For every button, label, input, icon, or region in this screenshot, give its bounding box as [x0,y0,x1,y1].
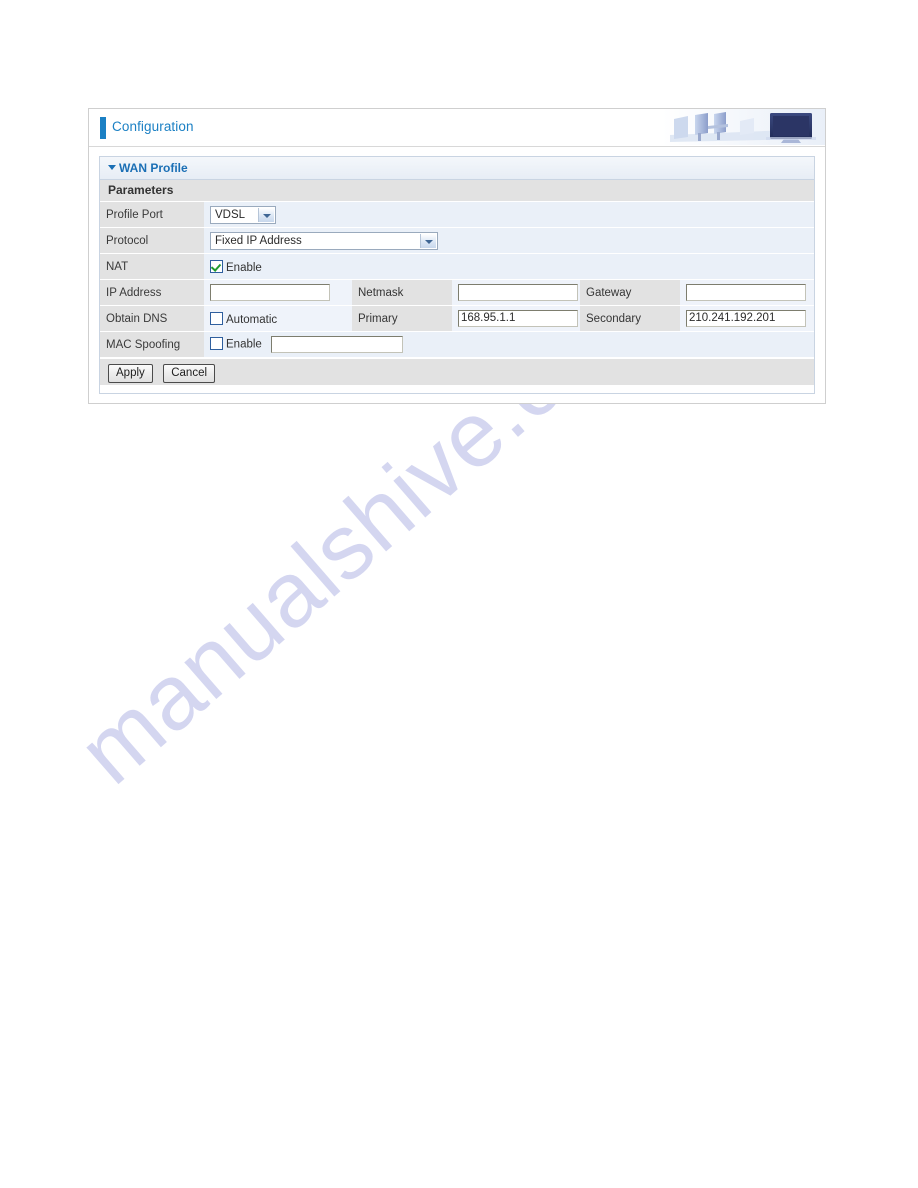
mac-spoofing-label: MAC Spoofing [100,331,204,358]
gateway-label: Gateway [580,279,680,306]
mac-spoofing-cell: Enable [204,331,815,358]
protocol-cell: Fixed IP Address [204,227,815,254]
page-title: Configuration [112,119,194,134]
panel-title-bar[interactable]: WAN Profile [100,157,814,180]
table-row: NAT Enable [100,253,815,280]
protocol-select[interactable]: Fixed IP Address [210,231,438,250]
secondary-dns-input[interactable]: 210.241.192.201 [686,310,806,327]
profile-port-label: Profile Port [100,202,204,228]
obtain-dns-automatic-checkbox[interactable] [210,311,223,325]
ip-address-cell [204,279,352,306]
router-config-screenshot: Configuration WAN Profile Parameters Pro… [88,108,826,404]
obtain-dns-automatic-cell: Automatic [204,305,352,332]
form-button-bar: Apply Cancel [100,358,814,385]
netmask-cell [452,279,580,306]
triangle-down-icon[interactable] [108,165,116,170]
nat-enable-checkbox[interactable] [210,259,223,273]
primary-dns-input[interactable]: 168.95.1.1 [458,310,578,327]
profile-port-value: VDSL [215,208,246,221]
apply-button[interactable]: Apply [108,364,153,383]
table-row: IP Address Netmask Gateway [100,279,815,306]
protocol-value: Fixed IP Address [215,234,302,247]
mac-spoofing-enable-checkbox[interactable] [210,336,223,350]
table-row: MAC Spoofing Enable [100,331,815,358]
secondary-dns-label: Secondary [580,305,680,332]
primary-dns-cell: 168.95.1.1 [452,305,580,332]
obtain-dns-automatic-label: Automatic [226,313,278,326]
wan-profile-panel: WAN Profile Parameters Profile Port VDSL [99,156,815,394]
mac-spoofing-enable-label: Enable [226,338,262,351]
page-header: Configuration [89,109,825,147]
header-accent-bar [100,117,106,139]
parameters-section-header: Parameters [100,180,814,202]
cancel-button[interactable]: Cancel [163,364,216,383]
nat-cell: Enable [204,253,815,280]
protocol-label: Protocol [100,227,204,254]
table-row: Protocol Fixed IP Address [100,227,815,254]
profile-port-select[interactable]: VDSL [210,205,276,224]
nat-label: NAT [100,253,204,280]
table-row: Profile Port VDSL [100,202,815,228]
ip-address-label: IP Address [100,279,204,306]
nat-enable-label: Enable [226,261,262,274]
obtain-dns-label: Obtain DNS [100,305,204,332]
wan-profile-form: Profile Port VDSL Protocol Fixed IP Addr… [100,202,815,358]
chevron-down-icon[interactable] [258,207,274,222]
mac-spoofing-input[interactable] [271,336,404,353]
primary-dns-label: Primary [352,305,452,332]
panel-footer-spacer [100,385,814,392]
gateway-input[interactable] [686,284,806,301]
table-row: Obtain DNS Automatic Primary 168.95.1.1 … [100,305,815,332]
profile-port-cell: VDSL [204,202,815,228]
netmask-input[interactable] [458,284,578,301]
chevron-down-icon[interactable] [420,233,436,248]
netmask-label: Netmask [352,279,452,306]
ip-address-input[interactable] [210,284,330,301]
gateway-cell [680,279,815,306]
office-desks-monitor-image [662,109,825,145]
panel-title-label: WAN Profile [119,161,188,175]
secondary-dns-cell: 210.241.192.201 [680,305,815,332]
